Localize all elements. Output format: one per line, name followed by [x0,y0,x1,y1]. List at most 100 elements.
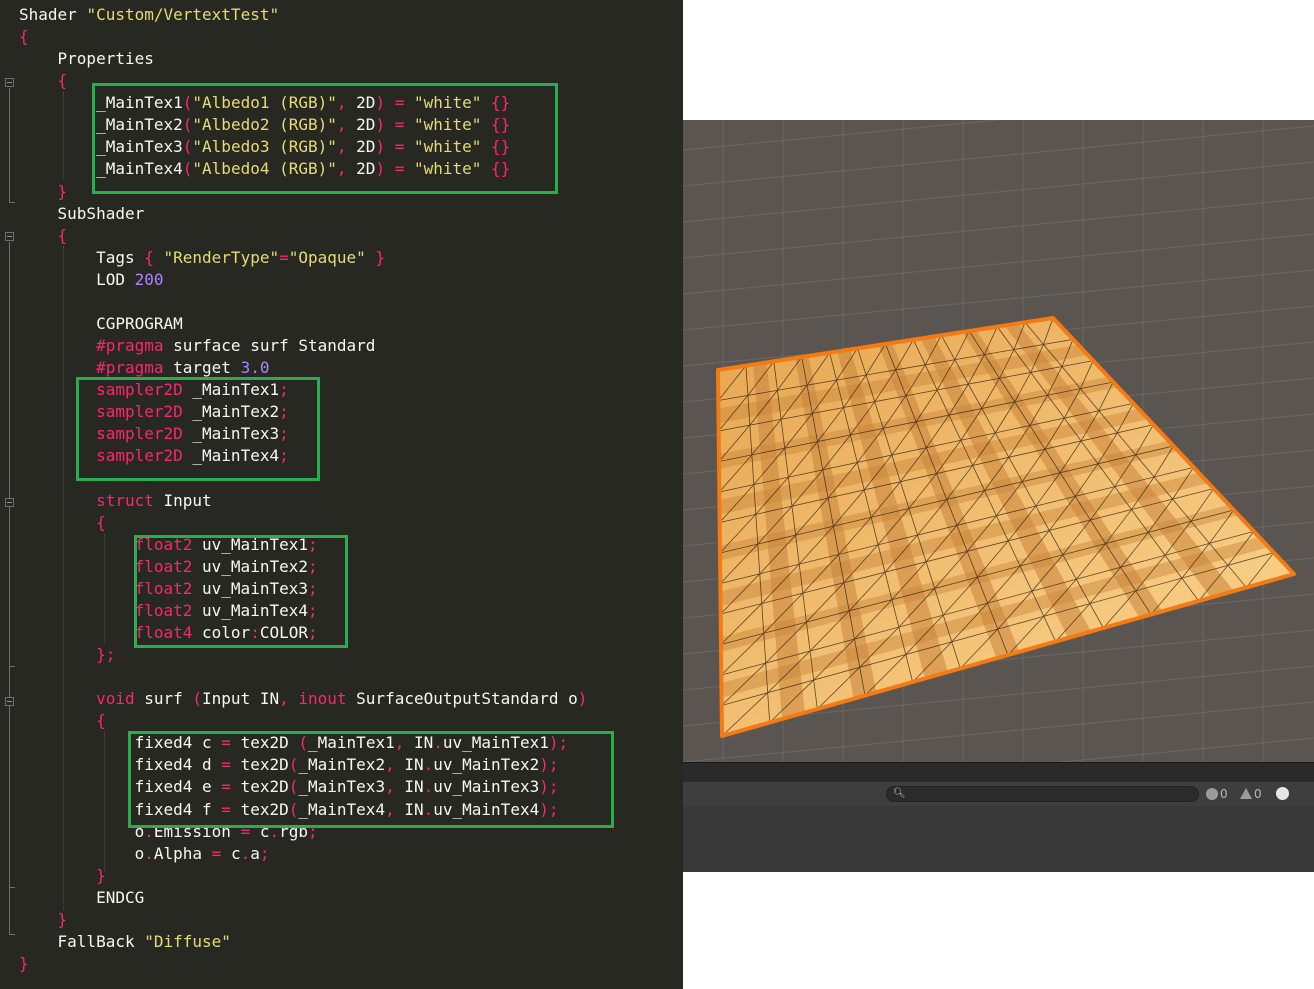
code-token: 200 [134,269,164,289]
code-line: { [19,70,68,92]
code-line: struct Input [19,490,212,512]
code-line: { [19,225,68,247]
code-line: }; [19,644,115,666]
fold-end [9,202,15,203]
code-line: Shader "Custom/VertextTest" [19,4,279,26]
code-token: o [19,821,145,841]
fold-toggle-surf[interactable] [5,697,14,706]
code-token: "Custom/VertextTest" [86,5,280,24]
code-line: o.Alpha = c.a; [19,843,270,865]
code-token: , [279,689,299,709]
warning-count: 0 [1254,787,1262,801]
code-line: void surf (Input IN, inout SurfaceOutput… [19,688,587,710]
error-toggle[interactable] [1276,786,1289,802]
code-token: Shader [19,5,87,24]
console-log-area [683,806,1314,872]
code-line: Properties [19,48,154,70]
highlight-box-properties [92,83,558,194]
code-token: "RenderType" [163,247,280,267]
code-token: { [19,512,106,532]
code-token: surf [134,689,193,709]
code-line: } [19,909,68,931]
fold-toggle-subshader[interactable] [5,232,14,241]
code-token: o [19,843,145,863]
code-token: FallBack [19,931,145,951]
highlight-box-tex2d [128,731,614,828]
code-token: 3.0 [240,358,270,378]
code-token: { [19,225,68,245]
code-token: Tags [19,247,145,267]
code-token: Input IN [202,689,280,709]
code-line: SubShader [19,203,145,225]
fold-line [9,88,10,202]
code-token: { [19,711,106,731]
warning-toggle[interactable]: 0 [1240,786,1262,802]
code-token: SurfaceOutputStandard o [346,689,578,709]
fold-end [9,934,15,935]
highlight-box-input-struct [134,535,348,648]
code-token: target [163,358,241,378]
code-line: { [19,26,29,48]
highlight-box-samplers [76,377,320,481]
code-line: Tags { "RenderType"="Opaque" } [19,247,385,269]
code-token: . [144,843,154,863]
code-token: } [19,909,68,929]
fold-toggle-properties[interactable] [5,78,14,87]
code-token: { [19,71,68,91]
code-line: FallBack "Diffuse" [19,931,231,953]
code-token: }; [19,645,116,665]
code-line: #pragma surface surf Standard [19,335,375,357]
code-line: } [19,953,29,975]
code-token: } [19,954,29,973]
error-icon [1276,787,1289,800]
console-toolbar [683,762,1314,783]
code-token: { [19,27,29,47]
code-token: inout [298,689,347,709]
scene-viewport[interactable] [683,120,1314,762]
console-search-input[interactable]: 🔍︎ [886,786,1199,802]
code-token: SubShader [19,203,145,223]
code-line: { [19,512,106,534]
scene-view[interactable] [683,120,1314,762]
warning-icon [1240,788,1252,799]
info-icon [1206,788,1218,800]
code-token: } [19,865,106,885]
code-editor[interactable]: Shader "Custom/VertextTest"{ Properties … [0,0,683,989]
fold-line [9,707,10,887]
info-count: 0 [1220,787,1228,801]
code-token: } [365,247,386,267]
code-line: LOD 200 [19,269,164,291]
code-token: #pragma [96,336,164,356]
code-line: #pragma target 3.0 [19,357,269,379]
code-line: { [19,710,106,732]
code-token: = [279,247,289,267]
code-token: ( [192,689,203,709]
code-token: } [19,181,68,201]
code-token: LOD [19,269,135,289]
code-token: ; [259,843,270,863]
info-toggle[interactable]: 0 [1206,786,1228,802]
console-header: 🔍︎ 0 0 [683,782,1314,806]
code-token: ) [577,689,588,709]
fold-end [9,666,15,667]
code-token: void [96,689,135,709]
code-token: "Diffuse" [144,931,231,951]
code-line: CGPROGRAM [19,313,183,335]
code-token: "Opaque" [288,247,366,267]
fold-line [9,508,10,666]
code-line: ENDCG [19,887,144,909]
code-token: #pragma [96,358,164,378]
code-token: ENDCG [19,887,145,907]
fold-toggle-struct[interactable] [5,498,14,507]
code-token: struct [96,490,154,510]
search-icon: 🔍︎ [893,788,906,799]
